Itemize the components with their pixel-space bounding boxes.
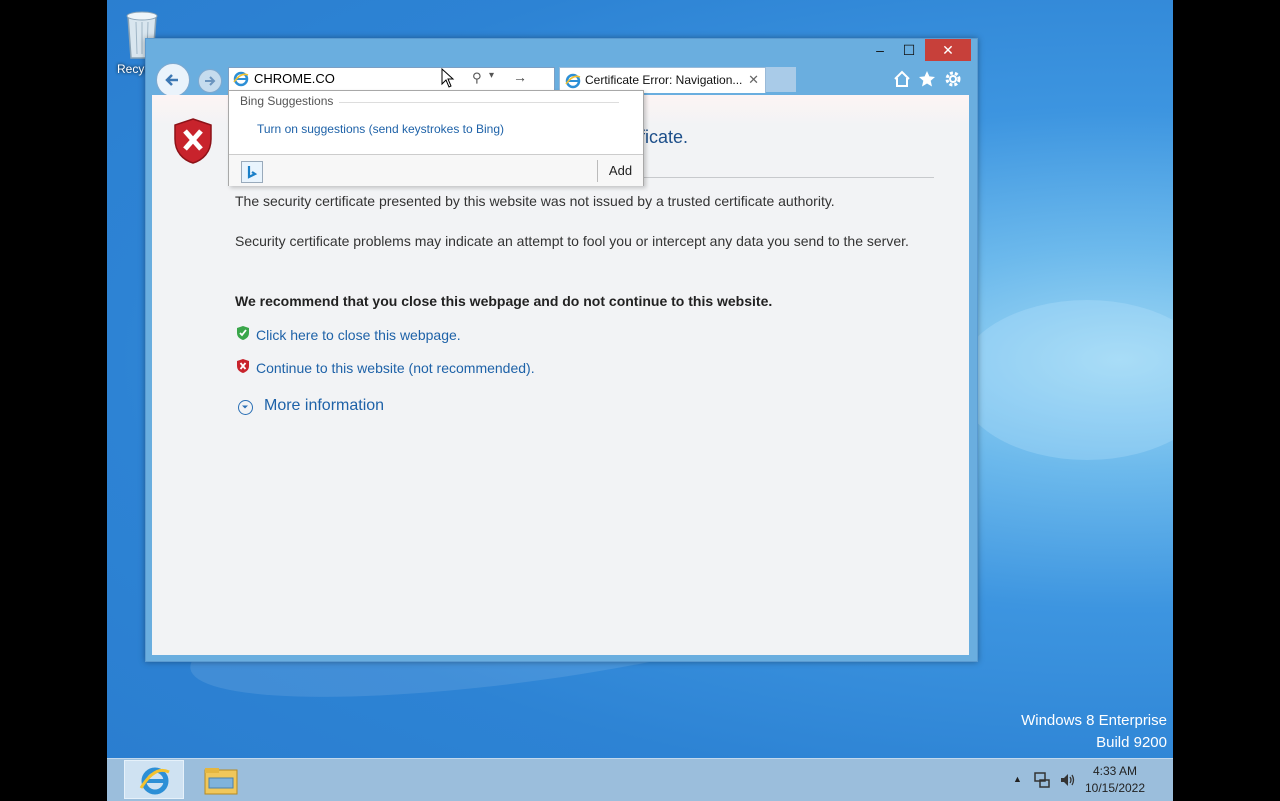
explorer-icon [204, 768, 238, 795]
taskbar-explorer-button[interactable] [192, 760, 250, 799]
continue-website-link[interactable]: Continue to this website (not recommende… [256, 360, 535, 376]
home-icon[interactable] [892, 69, 912, 89]
suggestions-divider [339, 102, 619, 103]
taskbar: ▲ 4:33 AM 10/15/2022 [107, 758, 1173, 801]
green-shield-icon [237, 326, 249, 340]
mouse-cursor-icon [441, 68, 455, 88]
shield-error-icon [174, 118, 212, 164]
bing-suggestions-dropdown: Bing Suggestions Turn on suggestions (se… [228, 90, 644, 186]
clock-time: 4:33 AM [1092, 764, 1138, 778]
tab-close-icon[interactable]: ✕ [748, 72, 759, 88]
volume-icon[interactable] [1059, 771, 1077, 789]
dropdown-arrow-icon[interactable]: ▾ [489, 70, 494, 81]
turn-on-suggestions-link[interactable]: Turn on suggestions (send keystrokes to … [257, 122, 504, 136]
forward-icon [205, 76, 216, 86]
network-icon[interactable] [1033, 771, 1051, 789]
ie-icon [565, 73, 581, 89]
suggestions-footer: Add [229, 154, 643, 186]
address-bar[interactable]: CHROME.CO ⚲ ▾ → [228, 67, 555, 91]
recommendation-text: We recommend that you close this webpage… [235, 293, 773, 309]
bing-search-provider-button[interactable] [241, 161, 263, 183]
taskbar-ie-button[interactable] [124, 760, 184, 799]
watermark-build: Build 9200 [1096, 734, 1167, 751]
paragraph-untrusted: The security certificate presented by th… [235, 193, 835, 209]
expand-icon[interactable] [238, 400, 253, 415]
more-information-link[interactable]: More information [264, 397, 384, 415]
forward-button[interactable] [198, 69, 222, 93]
ie-icon [139, 767, 170, 795]
watermark-edition: Windows 8 Enterprise [1021, 712, 1167, 729]
bing-icon [247, 166, 258, 179]
back-button[interactable] [156, 63, 190, 97]
suggestions-header: Bing Suggestions [240, 94, 334, 108]
address-input[interactable]: CHROME.CO [254, 71, 335, 86]
red-shield-icon [237, 359, 249, 373]
wallpaper-highlight [957, 300, 1173, 460]
maximize-button[interactable]: ☐ [896, 39, 922, 61]
close-webpage-link[interactable]: Click here to close this webpage. [256, 327, 461, 343]
windows-watermark: Windows 8 Enterprise Build 9200 [1021, 710, 1167, 754]
add-provider-button[interactable]: Add [597, 160, 643, 182]
ie-icon [233, 71, 249, 87]
clock[interactable]: 4:33 AM 10/15/2022 [1080, 763, 1150, 797]
back-icon [165, 74, 178, 86]
minimize-button[interactable]: – [867, 39, 893, 61]
new-tab-button[interactable] [766, 67, 796, 92]
gear-icon[interactable] [943, 69, 963, 89]
go-icon[interactable]: → [513, 69, 527, 85]
search-icon[interactable]: ⚲ [472, 70, 482, 86]
clock-date: 10/15/2022 [1084, 781, 1146, 795]
close-window-button[interactable]: ✕ [925, 39, 971, 61]
paragraph-problems: Security certificate problems may indica… [235, 233, 909, 249]
tab-title: Certificate Error: Navigation... [585, 73, 743, 87]
tray-arrow-icon[interactable]: ▲ [1013, 774, 1022, 784]
favorites-icon[interactable] [917, 69, 937, 89]
